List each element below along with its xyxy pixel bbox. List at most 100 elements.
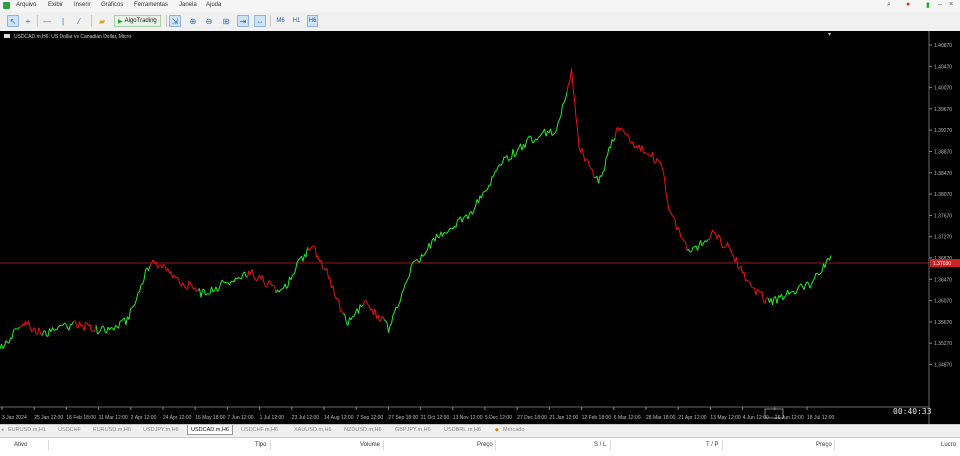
grid-icon[interactable]: ⊞ <box>220 15 232 27</box>
zoom-out-icon[interactable]: ⊖ <box>203 15 215 27</box>
col-lucro[interactable]: Lucro <box>941 442 956 448</box>
close-icon[interactable]: × <box>949 1 953 8</box>
col-ativo[interactable]: Ativo <box>14 442 27 448</box>
price-tick-label: 1.40870 <box>934 43 952 49</box>
time-tick-label: 6 Mar 12:00 <box>614 415 641 421</box>
toolbar: ↖ + — | ⁄ ▰ ▶ AlgoTrading ⇲ ⊕ ⊖ ⊞ ⇥ ⇔ M6… <box>0 12 960 32</box>
price-tick-label: 1.40070 <box>934 86 952 92</box>
time-tick-label: 2 Apr 12:00 <box>131 415 157 421</box>
col-preco[interactable]: Preço <box>477 442 493 448</box>
col-tp[interactable]: T / P <box>706 442 719 448</box>
bar-countdown: 00:40:33 <box>893 407 932 416</box>
col-volume[interactable]: Volume <box>360 442 380 448</box>
horizontal-line-icon[interactable]: — <box>41 15 53 27</box>
price-tick-label: 1.35270 <box>934 341 952 347</box>
col-tipo[interactable]: Tipo <box>255 442 266 448</box>
cursor-tool-icon[interactable]: ↖ <box>7 15 19 27</box>
time-tick-label: 21 Oct 12:00 <box>421 415 450 421</box>
trend-line-icon[interactable]: ⁄ <box>73 15 85 27</box>
time-tick-label: 16 Feb 18:00 <box>66 415 96 421</box>
price-tick-label: 1.38870 <box>934 150 952 156</box>
algo-trading-label: AlgoTrading <box>124 18 157 24</box>
menu-bar: Arquivo Exibir Inserir Gráficos Ferramen… <box>0 0 960 12</box>
menu-graficos[interactable]: Gráficos <box>101 2 123 8</box>
autoscroll-icon[interactable]: ⇲ <box>169 15 181 27</box>
auto-arrange-icon[interactable]: ⇔ <box>254 15 266 27</box>
menu-inserir[interactable]: Inserir <box>74 2 91 8</box>
price-tick-label: 1.34870 <box>934 363 952 369</box>
price-series-down <box>19 68 769 336</box>
tab-usdcad-m-h6[interactable]: USDCAD.m,H6 <box>187 425 233 435</box>
col-preco-atual[interactable]: Preço <box>816 442 832 448</box>
price-tick-label: 1.40470 <box>934 64 952 70</box>
toolbar-separator <box>166 15 167 27</box>
time-tick-label: 3 Jan 2024 <box>2 415 27 421</box>
chart-collapse-icon[interactable]: ▾ <box>828 31 831 38</box>
price-tick-label: 1.36070 <box>934 299 952 305</box>
minimize-icon[interactable]: – <box>938 1 942 8</box>
lock-icon[interactable]: ▰ <box>96 15 108 27</box>
time-tick-label: 1 Jul 12:00 <box>260 415 285 421</box>
tab-gbpjpy-m-h6[interactable]: GBPJPY.m,H6 <box>395 427 431 433</box>
time-tick-label: 28 Mar 18:00 <box>646 415 676 421</box>
play-icon: ▶ <box>118 18 123 25</box>
time-tick-label: 27 Sep 18:00 <box>388 415 418 421</box>
app-logo-icon <box>3 2 10 9</box>
menu-ferramentas[interactable]: Ferramentas <box>134 2 168 8</box>
time-tick-label: 21 Jan 12:00 <box>549 415 578 421</box>
symbol-tabs: ◂ EURUSD.m,H1 USDCHF EURUSD.m,H6 USDJPY.… <box>0 424 960 437</box>
time-tick-label: 13 Nov 12:00 <box>453 415 483 421</box>
price-series-up <box>0 91 832 350</box>
time-tick-label: 21 Apr 12:00 <box>678 415 707 421</box>
price-chart[interactable]: 1.40870 1.40470 1.40070 1.39670 1.39270 1.388… <box>0 31 960 424</box>
tab-eurusd-m-h6[interactable]: EURUSD.m,H6 <box>93 427 131 433</box>
time-tick-label: 27 Dec 18:00 <box>517 415 547 421</box>
algo-trading-button[interactable]: ▶ AlgoTrading <box>114 15 161 27</box>
tab-xauusd-m-h6[interactable]: XAUUSD.m,H6 <box>294 427 332 433</box>
time-tick-label: 25 Jan 12:00 <box>34 415 63 421</box>
chart-shift-icon[interactable]: ⇥ <box>237 15 249 27</box>
menu-arquivo[interactable]: Arquivo <box>16 2 36 8</box>
time-tick-label: 23 Jul 12:00 <box>292 415 319 421</box>
menu-janela[interactable]: Janela <box>179 2 197 8</box>
column-divider <box>610 440 611 450</box>
time-tick-label: 14 Aug 12:00 <box>324 415 354 421</box>
column-divider <box>48 440 49 450</box>
price-tick-label: 1.35670 <box>934 320 952 326</box>
vertical-line-icon[interactable]: | <box>57 15 69 27</box>
column-divider <box>270 440 271 450</box>
time-tick-label: 13 May 12:00 <box>710 415 741 421</box>
timeframe-h6[interactable]: H6 <box>307 15 318 27</box>
search-icon[interactable]: ⌕ <box>887 1 891 9</box>
time-tick-label: 7 Sep 12:00 <box>356 415 383 421</box>
column-divider <box>722 440 723 450</box>
tab-mercado[interactable]: Mercado <box>503 427 524 433</box>
crosshair-tool-icon[interactable]: + <box>22 15 34 27</box>
tab-eurusd-m-h1[interactable]: EURUSD.m,H1 <box>8 427 46 433</box>
tab-usdchf-m-h6[interactable]: USDCHF.m,H6 <box>241 427 278 433</box>
chart-menu-icon[interactable] <box>4 34 10 38</box>
scroll-left-icon[interactable]: ◂ <box>1 427 4 433</box>
price-tick-label: 1.36470 <box>934 277 952 283</box>
time-tick-label: 18 Jul 12:00 <box>807 415 834 421</box>
column-divider <box>834 440 835 450</box>
chart-title: USDCAD.m,H6: US Dollar vs Canadian Dolla… <box>14 34 131 40</box>
toolbar-separator <box>270 15 271 27</box>
time-tick-label: 5 Dec 12:00 <box>485 415 512 421</box>
tab-nzdusd-m-h6[interactable]: NZDUSD.m,H6 <box>344 427 382 433</box>
price-tick-label: 1.39270 <box>934 128 952 134</box>
price-tick-label: 1.38470 <box>934 171 952 177</box>
menu-ajuda[interactable]: Ajuda <box>206 2 221 8</box>
signal-strength-icon: ▮ <box>926 2 930 9</box>
col-sl[interactable]: S / L <box>594 442 606 448</box>
chart-canvas: 1.40870 1.40470 1.40070 1.39670 1.39270 1.388… <box>0 31 960 424</box>
menu-exibir[interactable]: Exibir <box>48 2 63 8</box>
timeframe-h1[interactable]: H1 <box>291 15 302 27</box>
zoom-in-icon[interactable]: ⊕ <box>187 15 199 27</box>
price-tick-label: 1.38070 <box>934 192 952 198</box>
tab-usdchf[interactable]: USDCHF <box>58 427 81 433</box>
tab-usdjpy-m-h6[interactable]: USDJPY.m,H6 <box>143 427 179 433</box>
timeframe-m6[interactable]: M6 <box>275 15 286 27</box>
notification-icon[interactable]: ● <box>906 1 910 8</box>
tab-usdbrl-m-h6[interactable]: USDBRL.m,H6 <box>444 427 481 433</box>
